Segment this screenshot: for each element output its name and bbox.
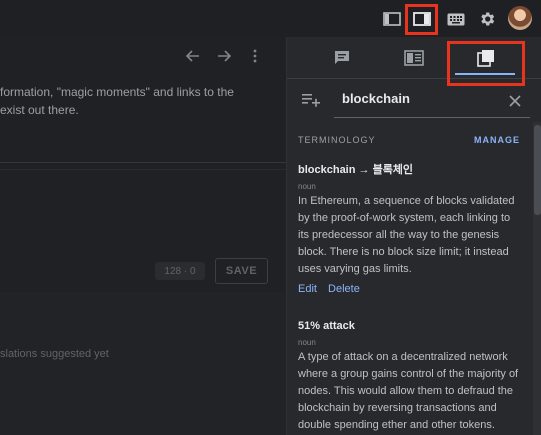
part-of-speech: noun [298,182,316,191]
manage-link[interactable]: MANAGE [474,135,520,145]
sidebar-left-icon[interactable] [381,8,403,30]
divider [0,162,286,163]
side-panel: TERMINOLOGY MANAGE blockchain → 블록체인 nou… [286,37,541,435]
details-icon[interactable] [403,47,425,69]
panel-tabs [287,37,541,86]
suggestions-empty-text: slations suggested yet [0,348,109,360]
comment-icon[interactable] [331,47,353,69]
more-vert-icon[interactable] [252,49,258,68]
source-text-line: exist out there. [0,103,79,117]
term-title: blockchain → 블록체인 [298,164,414,176]
terminology-header: TERMINOLOGY MANAGE [298,135,520,145]
arrow-left-icon[interactable] [185,49,201,68]
close-icon[interactable] [509,94,521,112]
term-search-input[interactable] [342,91,502,106]
avatar[interactable] [508,6,532,30]
term-title: 51% attack [298,320,355,332]
gear-icon[interactable] [476,8,498,30]
scrollbar-thumb[interactable] [534,125,541,215]
term-entry[interactable]: blockchain → 블록체인 noun In Ethereum, a se… [298,163,523,295]
top-toolbar [0,0,541,37]
arrow-right-icon[interactable] [216,49,232,68]
term-definition: In Ethereum, a sequence of blocks valida… [298,195,515,275]
section-title: TERMINOLOGY [298,135,376,145]
highlight-box [405,4,438,35]
part-of-speech: noun [298,338,316,347]
delete-link[interactable]: Delete [328,283,360,295]
source-text: formation, "magic moments" and links to … [0,83,270,119]
search-underline [334,117,530,118]
term-actions: Edit Delete [298,283,523,295]
divider [0,169,286,170]
edit-link[interactable]: Edit [298,283,317,295]
editor-panel: formation, "magic moments" and links to … [0,37,286,435]
highlight-box [447,41,525,86]
suggestions-area: slations suggested yet [0,292,286,435]
keyboard-icon[interactable] [445,8,467,30]
source-text-line: formation, "magic moments" and links to … [0,85,234,99]
term-entry[interactable]: 51% attack noun A type of attack on a de… [298,319,523,434]
term-definition: A type of attack on a decentralized netw… [298,351,519,431]
add-term-icon[interactable] [302,93,320,112]
character-counter: 128 · 0 [155,262,205,280]
save-button[interactable]: SAVE [215,258,268,284]
term-search-row [287,81,541,121]
